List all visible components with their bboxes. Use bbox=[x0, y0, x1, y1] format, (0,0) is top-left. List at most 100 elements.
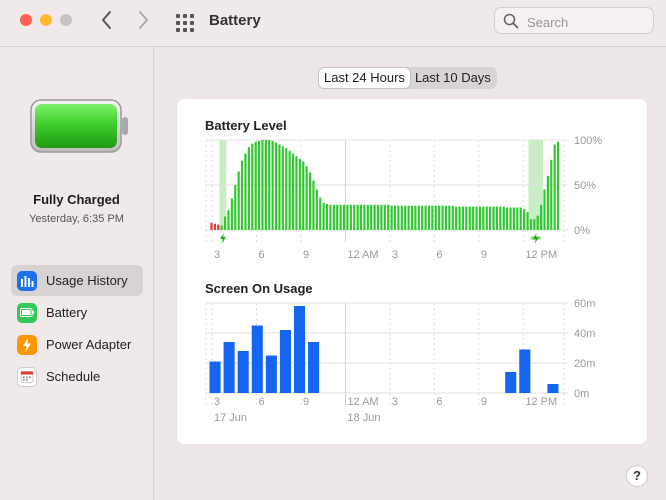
battery-level-bar bbox=[393, 205, 397, 230]
search-field[interactable] bbox=[494, 7, 654, 34]
battery-level-bar bbox=[346, 204, 349, 230]
battery-level-bar bbox=[230, 198, 233, 230]
battery-level-bar bbox=[254, 141, 257, 230]
battery-level-bar bbox=[404, 205, 407, 230]
battery-level-bar bbox=[213, 223, 216, 230]
battery-level-bar bbox=[523, 209, 526, 230]
screen-y-tick-label: 40m bbox=[574, 328, 595, 340]
battery-level-bar bbox=[302, 161, 305, 230]
minimize-window-button[interactable] bbox=[40, 14, 52, 26]
screen-usage-bar bbox=[505, 372, 517, 393]
sidebar-item-schedule[interactable]: Schedule bbox=[11, 361, 143, 392]
sidebar-item-power-adapter[interactable]: Power Adapter bbox=[11, 329, 143, 360]
battery-level-bar bbox=[383, 204, 386, 230]
show-all-button[interactable] bbox=[176, 14, 194, 32]
battery-level-bar bbox=[295, 156, 298, 230]
sidebar-item-usage-history[interactable]: Usage History bbox=[11, 265, 143, 296]
battery-level-bar bbox=[315, 189, 318, 230]
battery-level-bar bbox=[465, 206, 468, 230]
battery-level-bar bbox=[210, 222, 213, 230]
battery-level-bar bbox=[332, 204, 335, 230]
battery-icon bbox=[17, 302, 37, 323]
battery-level-bar bbox=[468, 206, 471, 230]
screen-date-label: 17 Jun bbox=[214, 412, 247, 424]
battery-level-bar bbox=[336, 204, 339, 230]
battery-level-bar bbox=[359, 204, 363, 230]
screen-date-label: 18 Jun bbox=[347, 412, 380, 424]
battery-level-bar bbox=[376, 204, 380, 230]
battery-x-tick-label: 6 bbox=[258, 249, 264, 261]
battery-level-bar bbox=[298, 158, 301, 230]
battery-level-bar bbox=[448, 205, 451, 230]
close-window-button[interactable] bbox=[20, 14, 32, 26]
battery-level-bar bbox=[244, 153, 247, 230]
battery-status-time: Yesterday, 6:35 PM bbox=[29, 213, 124, 225]
battery-level-bar bbox=[397, 205, 400, 230]
battery-level-bar bbox=[366, 204, 369, 230]
battery-level-bar bbox=[319, 197, 322, 230]
zoom-window-button[interactable] bbox=[60, 14, 72, 26]
battery-level-bar bbox=[285, 148, 288, 230]
battery-level-bar bbox=[519, 207, 522, 230]
search-input[interactable] bbox=[525, 12, 649, 32]
battery-level-bar bbox=[533, 219, 536, 230]
charts-svg: 100% 50% 0% 3 6 9 12 AM 3 6 9 12 PM 60m 40m 20m 0m 3 6 9 1… bbox=[205, 135, 602, 424]
battery-level-bar bbox=[536, 215, 539, 230]
battery-level-bar bbox=[349, 204, 352, 230]
battery-level-bar bbox=[482, 206, 485, 230]
tab-last-24-hours[interactable]: Last 24 Hours bbox=[319, 68, 410, 88]
sidebar-item-label: Usage History bbox=[46, 273, 128, 288]
battery-level-bar bbox=[363, 204, 366, 230]
battery-level-bar bbox=[417, 205, 420, 230]
battery-x-tick-label: 12 AM bbox=[347, 249, 378, 261]
battery-level-bar bbox=[220, 225, 223, 230]
battery-level-bar bbox=[380, 204, 383, 230]
battery-level-bar bbox=[557, 141, 560, 230]
battery-level-bar bbox=[387, 204, 390, 230]
battery-level-bar bbox=[495, 206, 499, 230]
screen-usage-bar bbox=[519, 349, 531, 393]
forward-button[interactable] bbox=[136, 8, 150, 37]
screen-x-tick-label: 6 bbox=[436, 396, 442, 408]
battery-level-bar bbox=[370, 204, 373, 230]
window-title: Battery bbox=[209, 12, 261, 29]
back-button[interactable] bbox=[100, 8, 114, 37]
chevron-right-icon bbox=[139, 11, 148, 29]
tab-last-10-days[interactable]: Last 10 Days bbox=[410, 68, 496, 88]
screen-x-tick-label: 9 bbox=[481, 396, 487, 408]
battery-level-bar bbox=[410, 205, 414, 230]
battery-level-bar bbox=[441, 205, 444, 230]
battery-level-bar bbox=[502, 206, 505, 230]
battery-x-tick-label: 9 bbox=[303, 249, 309, 261]
battery-level-bar bbox=[431, 205, 434, 230]
battery-x-tick-label: 3 bbox=[392, 249, 398, 261]
battery-level-bar bbox=[329, 204, 332, 230]
battery-level-bar bbox=[506, 207, 509, 230]
screen-x-tick-label: 3 bbox=[214, 396, 220, 408]
battery-x-tick-label: 3 bbox=[214, 249, 220, 261]
battery-x-tick-label: 9 bbox=[481, 249, 487, 261]
screen-usage-bar bbox=[251, 325, 263, 393]
battery-level-bar bbox=[274, 142, 278, 230]
search-icon bbox=[503, 13, 519, 29]
battery-level-bar bbox=[516, 207, 519, 230]
battery-y-tick-label: 50% bbox=[574, 180, 596, 192]
sidebar-item-label: Battery bbox=[46, 305, 88, 320]
battery-level-bar bbox=[308, 172, 312, 230]
sidebar-item-label: Schedule bbox=[46, 369, 101, 384]
usage-chart-panel: Battery Level Screen On Usage 100% 50% 0% 3… bbox=[177, 99, 647, 444]
battery-level-bar bbox=[305, 166, 308, 230]
battery-level-bar bbox=[342, 204, 346, 230]
battery-level-bar bbox=[546, 176, 550, 230]
sidebar-item-battery[interactable]: Battery bbox=[11, 297, 143, 328]
screen-x-tick-label: 12 PM bbox=[525, 396, 557, 408]
help-button[interactable]: ? bbox=[626, 465, 648, 487]
battery-level-bar bbox=[227, 210, 230, 230]
bar-chart-icon bbox=[17, 270, 37, 291]
battery-y-tick-label: 0% bbox=[574, 225, 590, 237]
battery-level-bar bbox=[550, 159, 553, 230]
battery-level-bar bbox=[325, 203, 329, 230]
battery-level-bar bbox=[492, 206, 495, 230]
battery-level-bar bbox=[458, 206, 461, 230]
battery-level-bar bbox=[475, 206, 478, 230]
